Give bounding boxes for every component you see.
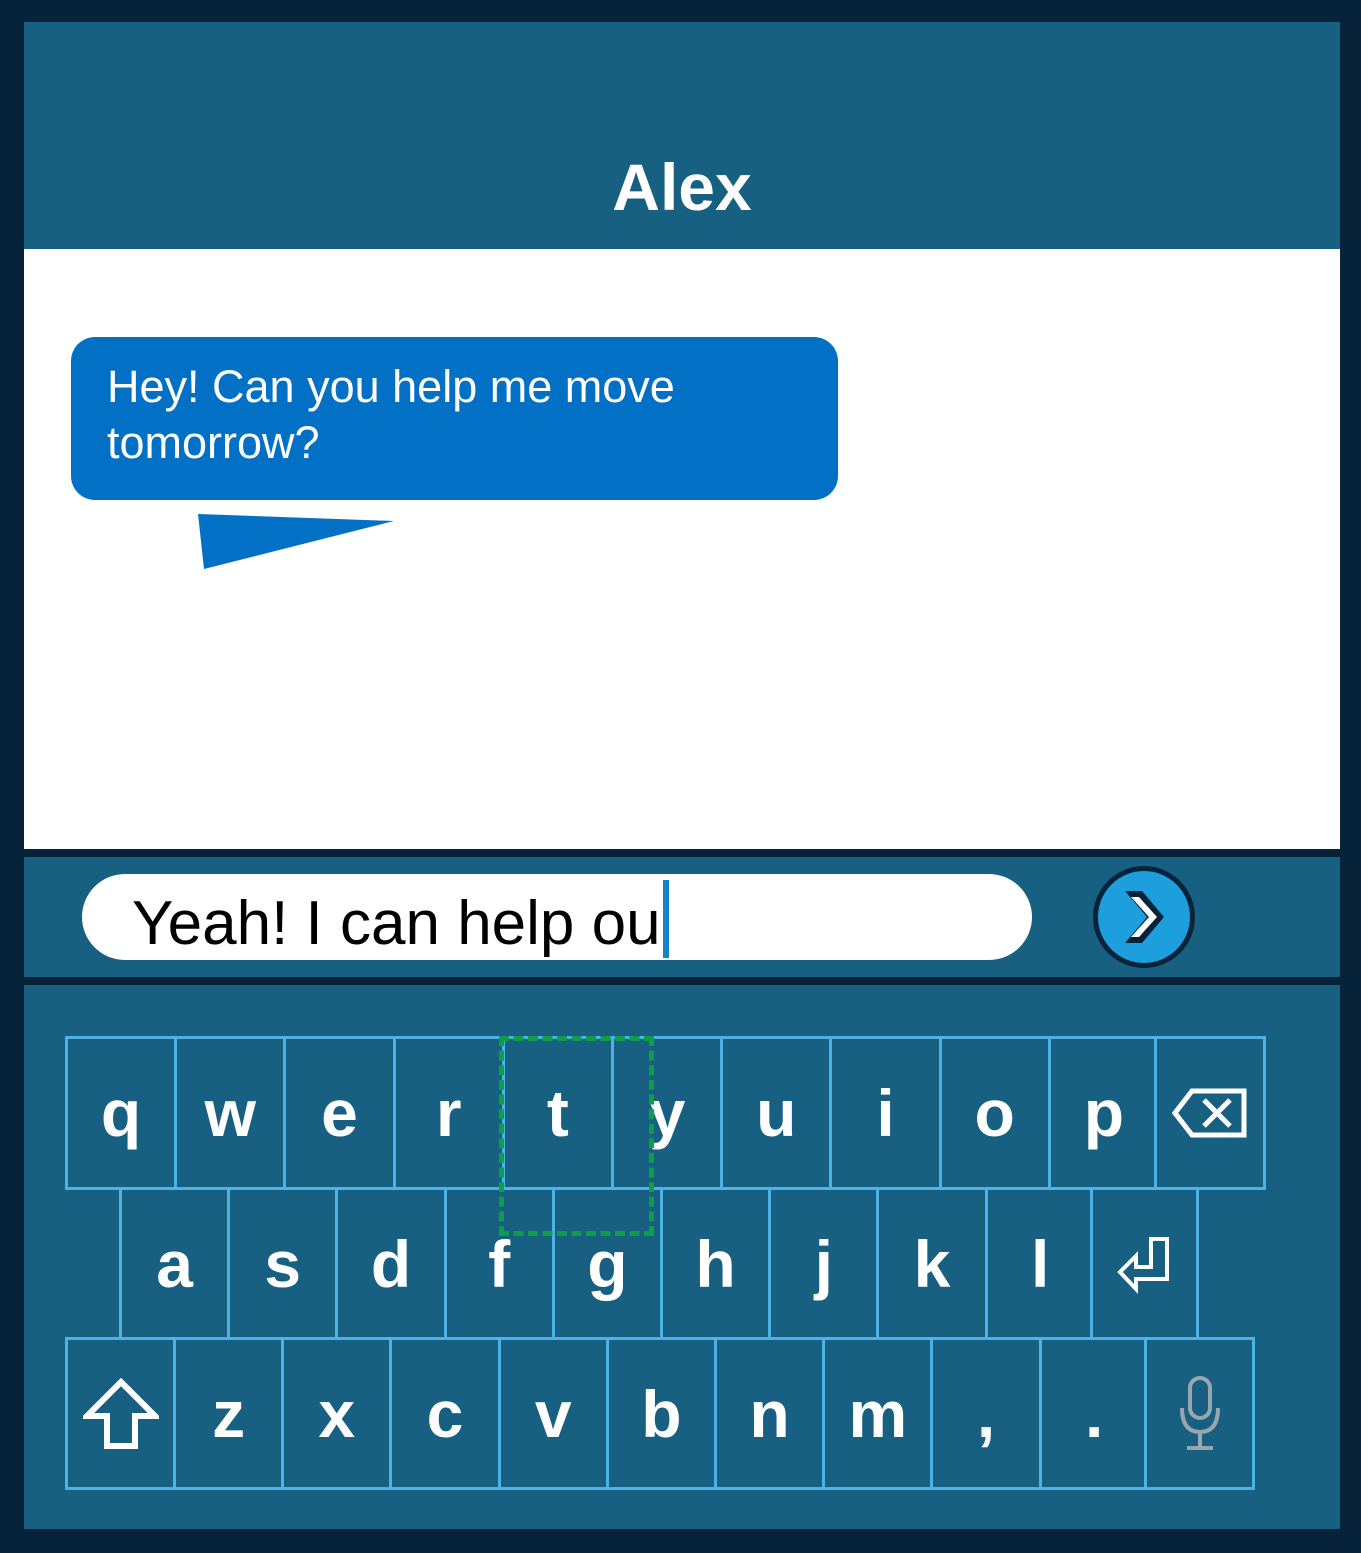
key-e[interactable]: e (283, 1036, 396, 1190)
enter-icon (1116, 1236, 1169, 1294)
shift-icon (82, 1377, 159, 1449)
key-label: i (876, 1076, 895, 1150)
message-input[interactable]: Yeah! I can help ou (82, 874, 1032, 960)
key-h[interactable]: h (660, 1187, 772, 1340)
key-label: o (974, 1076, 1015, 1150)
key-k[interactable]: k (876, 1187, 988, 1340)
key-t[interactable]: t (501, 1036, 614, 1190)
key-m[interactable]: m (822, 1337, 934, 1490)
key-j[interactable]: j (768, 1187, 880, 1340)
key-v[interactable]: v (497, 1337, 609, 1490)
key-p[interactable]: p (1047, 1036, 1160, 1190)
key-label: m (848, 1376, 908, 1451)
key-label: d (370, 1226, 412, 1301)
key-label: . (1085, 1376, 1104, 1451)
backspace-key[interactable] (1154, 1036, 1266, 1190)
key-a[interactable]: a (119, 1187, 231, 1340)
key-label: j (814, 1226, 833, 1301)
key-label: w (204, 1076, 256, 1150)
enter-key[interactable] (1090, 1187, 1199, 1340)
microphone-key[interactable] (1144, 1337, 1255, 1490)
contact-name: Alex (612, 150, 752, 224)
key-period[interactable]: . (1038, 1337, 1150, 1490)
key-comma[interactable]: , (930, 1337, 1042, 1490)
divider (24, 977, 1340, 985)
chevron-right-icon (1125, 891, 1164, 943)
key-label: p (1083, 1076, 1125, 1150)
message-area: Hey! Can you help me move tomorrow? (24, 249, 1340, 849)
key-r[interactable]: r (392, 1036, 505, 1190)
send-button[interactable] (1093, 866, 1195, 968)
key-s[interactable]: s (227, 1187, 339, 1340)
key-d[interactable]: d (335, 1187, 447, 1340)
microphone-icon (1179, 1375, 1220, 1450)
chat-header: Alex (24, 22, 1340, 249)
key-label: c (426, 1376, 464, 1451)
divider (24, 849, 1340, 857)
key-label: z (212, 1376, 246, 1451)
key-u[interactable]: u (720, 1036, 833, 1190)
key-label: s (264, 1226, 302, 1301)
key-b[interactable]: b (605, 1337, 717, 1490)
message-input-text: Yeah! I can help ou (132, 889, 661, 958)
key-label: q (100, 1076, 142, 1150)
key-label: k (913, 1226, 951, 1301)
key-label: h (695, 1226, 736, 1301)
key-x[interactable]: x (281, 1337, 393, 1490)
key-label: u (756, 1076, 797, 1150)
key-label: g (587, 1226, 628, 1301)
keyboard: qwe r t yu i op asd f gh j k l zxcvbnm,. (24, 985, 1340, 1529)
key-label: n (749, 1376, 790, 1451)
key-q[interactable]: q (65, 1036, 178, 1190)
backspace-icon (1172, 1088, 1247, 1138)
key-i[interactable]: i (829, 1036, 942, 1190)
composer-bar: Yeah! I can help ou (24, 857, 1340, 977)
key-label: v (534, 1376, 572, 1451)
key-w[interactable]: w (174, 1036, 287, 1190)
incoming-message-bubble: Hey! Can you help me move tomorrow? (71, 337, 838, 500)
key-label: t (546, 1076, 569, 1150)
key-label: e (321, 1076, 358, 1150)
key-label: y (648, 1076, 686, 1150)
message-text: Hey! Can you help me move tomorrow? (107, 361, 675, 468)
key-f[interactable]: f (443, 1187, 555, 1340)
key-y[interactable]: y (611, 1036, 724, 1190)
key-o[interactable]: o (938, 1036, 1051, 1190)
key-n[interactable]: n (714, 1337, 826, 1490)
shift-key[interactable] (65, 1337, 176, 1490)
key-l[interactable]: l (984, 1187, 1096, 1340)
key-z[interactable]: z (173, 1337, 285, 1490)
key-label: x (318, 1376, 356, 1451)
key-label: , (976, 1376, 996, 1451)
key-label: l (1031, 1226, 1050, 1301)
key-label: a (156, 1226, 193, 1301)
key-g[interactable]: g (551, 1187, 663, 1340)
key-label: f (488, 1226, 511, 1301)
text-caret (662, 880, 669, 958)
key-label: r (435, 1076, 462, 1150)
key-label: b (641, 1376, 682, 1451)
key-c[interactable]: c (389, 1337, 501, 1490)
app-frame: Alex Hey! Can you help me move tomorrow?… (24, 22, 1340, 1529)
